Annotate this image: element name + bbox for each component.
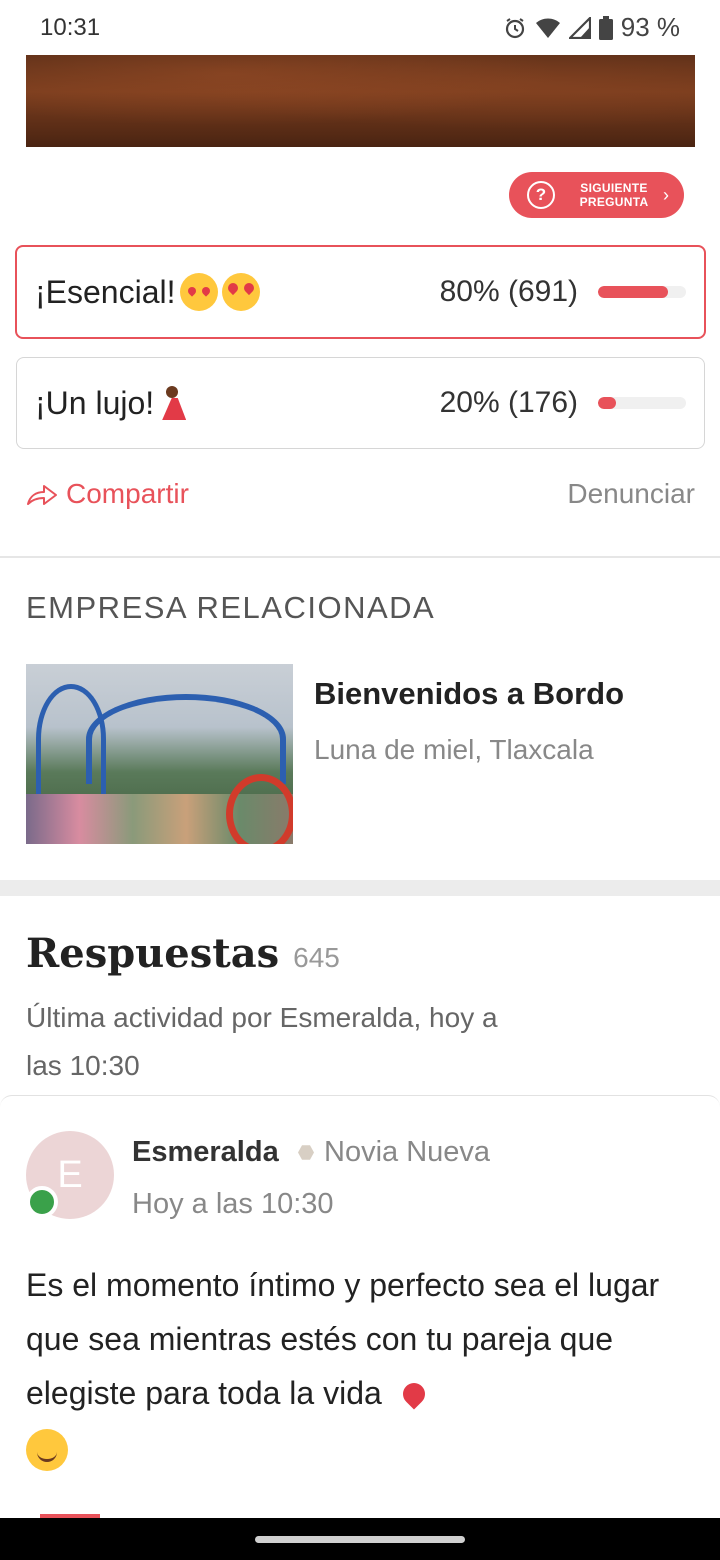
share-icon [27, 485, 57, 505]
last-activity: Última actividad por Esmeralda, hoy a la… [26, 1002, 498, 1081]
share-label: Compartir [66, 478, 189, 509]
divider [0, 556, 720, 558]
related-section-title: EMPRESA RELACIONADA [26, 590, 436, 625]
status-bar: 10:31 93 % [0, 0, 720, 55]
share-button[interactable]: Compartir [26, 478, 189, 510]
post-actions: Compartir Denunciar [26, 470, 695, 518]
post-text: Es el momento íntimo y perfecto sea el l… [26, 1267, 660, 1411]
poll-progress-fill [598, 397, 616, 409]
question-image [26, 55, 695, 147]
home-gesture-handle[interactable] [255, 1536, 465, 1543]
poll-option-result: 20% (176) [439, 386, 578, 419]
status-icons: 93 % [503, 12, 680, 43]
red-heart-emoji-icon [399, 1381, 429, 1411]
status-time: 10:31 [40, 13, 101, 41]
dancer-emoji-icon [158, 384, 192, 422]
user-badge: Novia Nueva [298, 1136, 490, 1169]
alarm-icon [505, 17, 524, 38]
post-time: Hoy a las 10:30 [132, 1188, 334, 1220]
poll-option-label: ¡Un lujo! [35, 384, 155, 421]
poll-option-label-wrap: ¡Un lujo! [35, 384, 440, 422]
company-name[interactable]: Bienvenidos a Bordo [314, 676, 624, 712]
image-detail [86, 694, 286, 784]
poll-option-label: ¡Esencial! [35, 273, 176, 310]
section-divider [0, 880, 720, 896]
report-button[interactable]: Denunciar [567, 478, 695, 510]
heart-eyes-emoji-icon [221, 273, 260, 311]
image-detail [226, 774, 293, 844]
poll-option-lujo[interactable]: ¡Un lujo! 20% (176) [16, 357, 705, 449]
next-question-label: SIGUIENTE PREGUNTA [579, 181, 649, 209]
answers-title: Respuestas [26, 930, 280, 977]
poll-progress-bar [598, 397, 686, 409]
signal-icon [568, 16, 591, 39]
poll-progress-bar [598, 286, 686, 298]
poll-option-esencial[interactable]: ¡Esencial! 80% (691) [15, 245, 706, 339]
battery-level: 93 % [620, 12, 680, 42]
answers-count: 645 [293, 942, 340, 973]
author-name[interactable]: Esmeralda [132, 1136, 279, 1169]
question-icon: ? [527, 181, 555, 209]
online-status-icon [26, 1186, 58, 1218]
smiling-hearts-emoji-icon [179, 273, 218, 311]
company-subtitle: Luna de miel, Tlaxcala [314, 734, 594, 765]
badge-hexagon-icon [298, 1145, 314, 1160]
next-question-button[interactable]: ? SIGUIENTE PREGUNTA › [509, 172, 684, 218]
poll-option-label-wrap: ¡Esencial! [35, 273, 440, 311]
post-body: Es el momento íntimo y perfecto sea el l… [26, 1258, 686, 1474]
chevron-right-icon: › [663, 184, 669, 205]
answers-header: Respuestas 645 [26, 930, 340, 977]
wifi-icon [535, 18, 560, 38]
company-image[interactable] [26, 664, 293, 844]
badge-label: Novia Nueva [324, 1136, 491, 1168]
smiling-face-emoji-icon [26, 1428, 68, 1471]
poll-progress-fill [598, 286, 669, 298]
battery-icon [598, 15, 613, 40]
poll-option-result: 80% (691) [439, 275, 578, 308]
